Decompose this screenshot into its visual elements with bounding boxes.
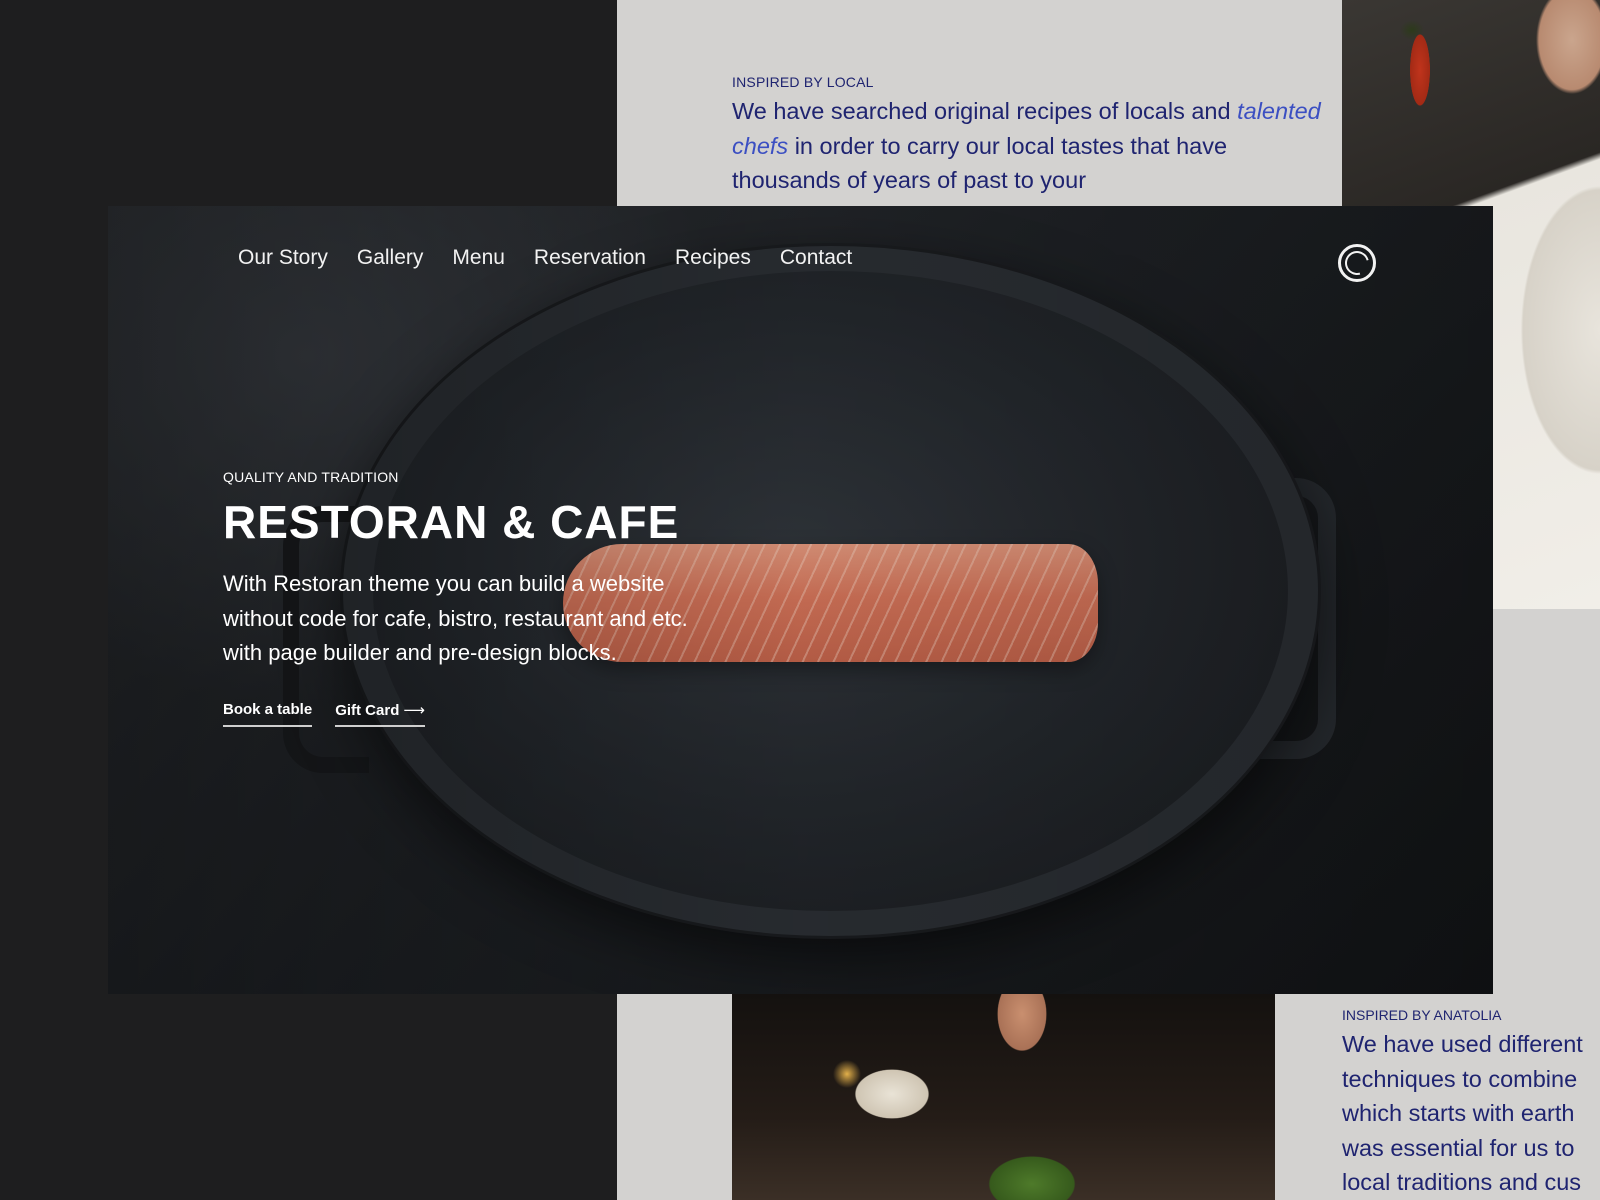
gift-card-link[interactable]: Gift Card ⟶ [335,701,425,727]
bottom-section-line: was essential for us to [1342,1134,1575,1161]
brand-logo-icon[interactable] [1338,244,1376,282]
book-table-link[interactable]: Book a table [223,700,313,727]
logo-mark [1340,246,1374,280]
top-section-paragraph: We have searched original recipes of loc… [732,94,1332,198]
bottom-section-line: techniques to combine [1342,1065,1578,1092]
arrow-right-icon: ⟶ [403,701,425,719]
nav-item-gallery[interactable]: Gallery [357,246,424,270]
chef-plating-photo [732,994,1275,1200]
bottom-section-line: local traditions and cus [1342,1169,1582,1195]
bottom-section-line: which starts with earth [1342,1100,1575,1126]
top-section-content: INSPIRED BY LOCAL We have searched origi… [732,74,1332,198]
main-navigation: Our Story Gallery Menu Reservation Recip… [238,246,881,270]
hero-description: With Restoran theme you can build a webs… [223,571,688,665]
paragraph-text: We have searched original recipes of loc… [732,98,1238,124]
nav-item-reservation[interactable]: Reservation [534,246,646,270]
hero-title: RESTORAN & CAFE [223,496,680,548]
bottom-section-content: INSPIRED BY ANATOLIA We have used differ… [1342,1007,1600,1200]
hero-section: Our Story Gallery Menu Reservation Recip… [108,206,1493,994]
nav-item-our-story[interactable]: Our Story [238,246,328,270]
nav-item-menu[interactable]: Menu [452,246,505,270]
nav-item-recipes[interactable]: Recipes [675,246,751,270]
nav-item-contact[interactable]: Contact [780,246,852,270]
gift-card-label: Gift Card [335,701,400,719]
hero-actions: Book a table Gift Card ⟶ [223,701,783,727]
hero-content: QUALITY AND TRADITION RESTORAN & CAFE Wi… [223,469,783,727]
hero-eyebrow: QUALITY AND TRADITION [223,469,399,485]
paragraph-text-rest: in order to carry our local tastes that … [732,132,1228,194]
bottom-section-eyebrow: INSPIRED BY ANATOLIA [1342,1007,1502,1023]
book-table-label: Book a table [223,700,313,718]
top-section-eyebrow: INSPIRED BY LOCAL [732,74,874,90]
bottom-section-line: We have used different [1342,1031,1583,1057]
